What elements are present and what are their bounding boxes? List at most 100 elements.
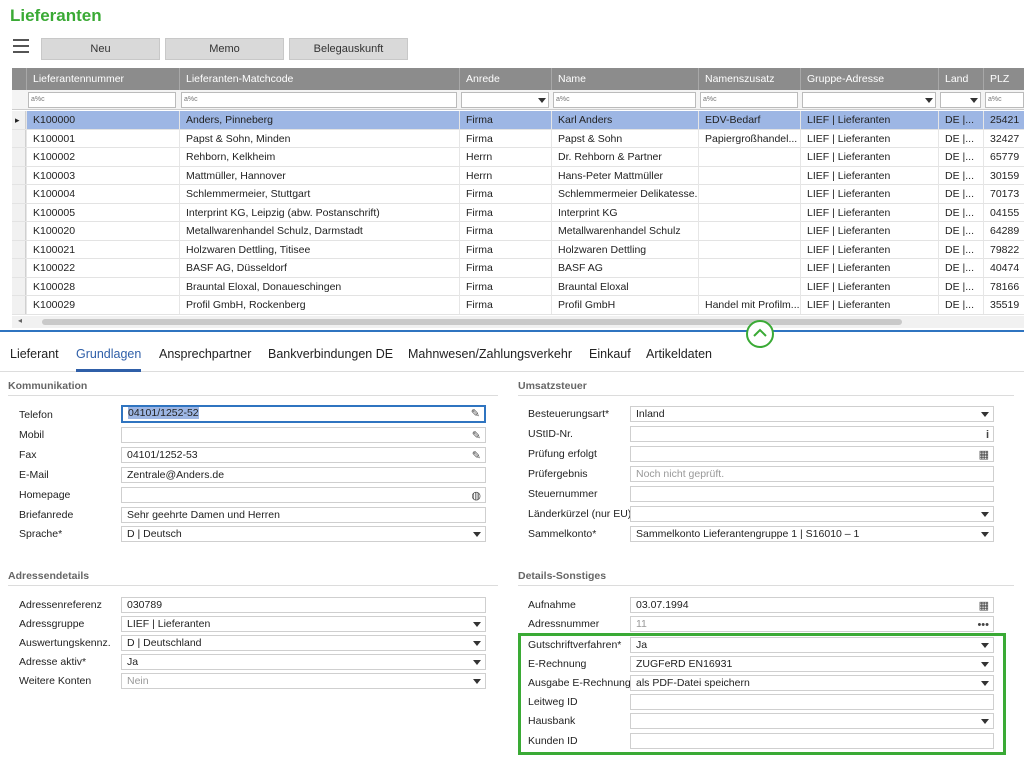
col-header-plz[interactable]: PLZ: [983, 68, 1024, 90]
col-header-lieferantennummer[interactable]: Lieferantennummer: [26, 68, 179, 90]
cell-lieferantennummer: K100022: [26, 259, 179, 277]
row-indicator[interactable]: [12, 166, 26, 184]
chevron-down-icon[interactable]: [981, 532, 989, 537]
filter-anrede[interactable]: [461, 92, 549, 108]
row-indicator[interactable]: [12, 148, 26, 166]
table-row[interactable]: K100002 Rehborn, Kelkheim Herrn Dr. Rehborn…: [12, 148, 1024, 167]
chevron-down-icon[interactable]: [473, 660, 481, 665]
calendar-icon[interactable]: ▦: [979, 599, 989, 612]
col-header-land[interactable]: Land: [938, 68, 983, 90]
row-indicator[interactable]: ▸: [12, 111, 26, 129]
cell-lieferantennummer: K100000: [26, 111, 179, 129]
aufnahme-date-field[interactable]: 03.07.1994 ▦: [630, 597, 994, 613]
calendar-icon[interactable]: ▦: [979, 448, 989, 461]
chevron-down-icon[interactable]: [473, 532, 481, 537]
cell-lieferantennummer: K100028: [26, 277, 179, 296]
sammelkonto-select[interactable]: Sammelkonto Lieferantengruppe 1 | S16010…: [630, 526, 994, 542]
cell-anrede: Firma: [459, 222, 551, 240]
adresse-aktiv-select[interactable]: Ja: [121, 654, 486, 670]
row-indicator[interactable]: [12, 185, 26, 203]
homepage-field[interactable]: ◍: [121, 487, 486, 503]
edit-pencil-icon[interactable]: ✎: [472, 449, 481, 462]
adressgruppe-select[interactable]: LIEF | Lieferanten: [121, 616, 486, 632]
grid-horizontal-scrollbar[interactable]: ◂: [12, 316, 1024, 328]
menu-icon[interactable]: [13, 39, 29, 53]
row-indicator[interactable]: [12, 296, 26, 314]
table-row[interactable]: K100020 Metallwarenhandel Schulz, Darmsta…: [12, 222, 1024, 241]
row-indicator[interactable]: [12, 203, 26, 221]
scroll-left-icon[interactable]: ◂: [18, 316, 22, 325]
grid-header: Lieferantennummer Lieferanten-Matchcode …: [12, 68, 1024, 90]
table-row[interactable]: K100005 Interprint KG, Leipzig (abw. Post…: [12, 203, 1024, 222]
chevron-down-icon[interactable]: [473, 622, 481, 627]
table-row[interactable]: K100021 Holzwaren Dettling, Titisee Firma H…: [12, 240, 1024, 259]
col-header-name[interactable]: Name: [551, 68, 698, 90]
tab-mahnwesen[interactable]: Mahnwesen/Zahlungsverkehr: [408, 347, 572, 361]
auswertungskennz-select[interactable]: D | Deutschland: [121, 635, 486, 651]
col-header-matchcode[interactable]: Lieferanten-Matchcode: [179, 68, 459, 90]
mobil-field[interactable]: ✎: [121, 427, 486, 443]
filter-matchcode[interactable]: a%c: [181, 92, 457, 108]
row-indicator[interactable]: [12, 240, 26, 258]
new-button[interactable]: Neu: [41, 38, 160, 60]
telefon-field[interactable]: 04101/1252-52 ✎: [121, 405, 486, 423]
table-row[interactable]: K100029 Profil GmbH, Rockenberg Firma Profi…: [12, 296, 1024, 315]
memo-button[interactable]: Memo: [165, 38, 284, 60]
table-row[interactable]: K100004 Schlemmermeier, Stuttgart Firma Sch…: [12, 185, 1024, 204]
row-indicator[interactable]: [12, 277, 26, 295]
row-indicator[interactable]: [12, 222, 26, 240]
tab-einkauf[interactable]: Einkauf: [589, 347, 631, 361]
row-indicator[interactable]: [12, 129, 26, 147]
globe-icon[interactable]: ◍: [471, 489, 481, 502]
more-dots-icon[interactable]: •••: [977, 618, 989, 631]
section-kommunikation: Kommunikation: [8, 380, 88, 392]
weitere-konten-select[interactable]: Nein: [121, 673, 486, 689]
adressnummer-field[interactable]: 11 •••: [630, 616, 994, 632]
info-icon[interactable]: i: [986, 428, 989, 441]
col-header-gruppe-adresse[interactable]: Gruppe-Adresse: [800, 68, 938, 90]
filter-plz[interactable]: a%c: [985, 92, 1024, 108]
label-email: E-Mail: [19, 469, 49, 481]
col-header-anrede[interactable]: Anrede: [459, 68, 551, 90]
chevron-down-icon[interactable]: [473, 679, 481, 684]
section-divider: [8, 395, 498, 396]
row-indicator[interactable]: [12, 259, 26, 277]
table-row[interactable]: K100003 Mattmüller, Hannover Herrn Hans-Pet…: [12, 166, 1024, 185]
edit-pencil-icon[interactable]: ✎: [472, 429, 481, 442]
table-row[interactable]: K100028 Brauntal Eloxal, Donaueschingen Fi…: [12, 277, 1024, 296]
chevron-down-icon[interactable]: [981, 412, 989, 417]
tab-lieferant[interactable]: Lieferant: [10, 347, 59, 361]
email-field[interactable]: Zentrale@Anders.de: [121, 467, 486, 483]
filter-name[interactable]: a%c: [553, 92, 696, 108]
tab-grundlagen[interactable]: Grundlagen: [76, 347, 142, 372]
edit-pencil-icon[interactable]: ✎: [471, 408, 480, 420]
filter-land[interactable]: [940, 92, 981, 108]
scrollbar-thumb[interactable]: [42, 319, 902, 325]
label-sammelkonto: Sammelkonto*: [528, 528, 597, 540]
ustid-field[interactable]: i: [630, 426, 994, 442]
label-mobil: Mobil: [19, 429, 45, 441]
filter-namenszusatz[interactable]: a%c: [700, 92, 798, 108]
chevron-down-icon[interactable]: [981, 512, 989, 517]
pruefung-erfolgt-field[interactable]: ▦: [630, 446, 994, 462]
tab-ansprechpartner[interactable]: Ansprechpartner: [159, 347, 251, 361]
sprache-select[interactable]: D | Deutsch: [121, 526, 486, 542]
label-aufnahme: Aufnahme: [528, 599, 576, 611]
laenderkuerzel-select[interactable]: [630, 506, 994, 522]
table-row[interactable]: K100001 Papst & Sohn, Minden Firma Papst & …: [12, 129, 1024, 148]
tab-artikeldaten[interactable]: Artikeldaten: [646, 347, 712, 361]
fax-field[interactable]: 04101/1252-53 ✎: [121, 447, 486, 463]
steuernummer-field[interactable]: [630, 486, 994, 502]
chevron-down-icon[interactable]: [473, 641, 481, 646]
filter-lieferantennummer[interactable]: a%c: [28, 92, 176, 108]
filter-gruppe-adresse[interactable]: [802, 92, 936, 108]
table-row[interactable]: K100022 BASF AG, Düsseldorf Firma BASF AG LI…: [12, 259, 1024, 278]
adressenreferenz-field[interactable]: 030789: [121, 597, 486, 613]
col-header-namenszusatz[interactable]: Namenszusatz: [698, 68, 800, 90]
briefanrede-field[interactable]: Sehr geehrte Damen und Herren: [121, 507, 486, 523]
besteuerungsart-select[interactable]: Inland: [630, 406, 994, 422]
belegauskunft-button[interactable]: Belegauskunft: [289, 38, 408, 60]
tab-bankverbindungen[interactable]: Bankverbindungen DE: [268, 347, 393, 361]
label-adresse-aktiv: Adresse aktiv*: [19, 656, 87, 668]
table-row[interactable]: ▸ K100000 Anders, Pinneberg Firma Karl Ander…: [12, 111, 1024, 130]
